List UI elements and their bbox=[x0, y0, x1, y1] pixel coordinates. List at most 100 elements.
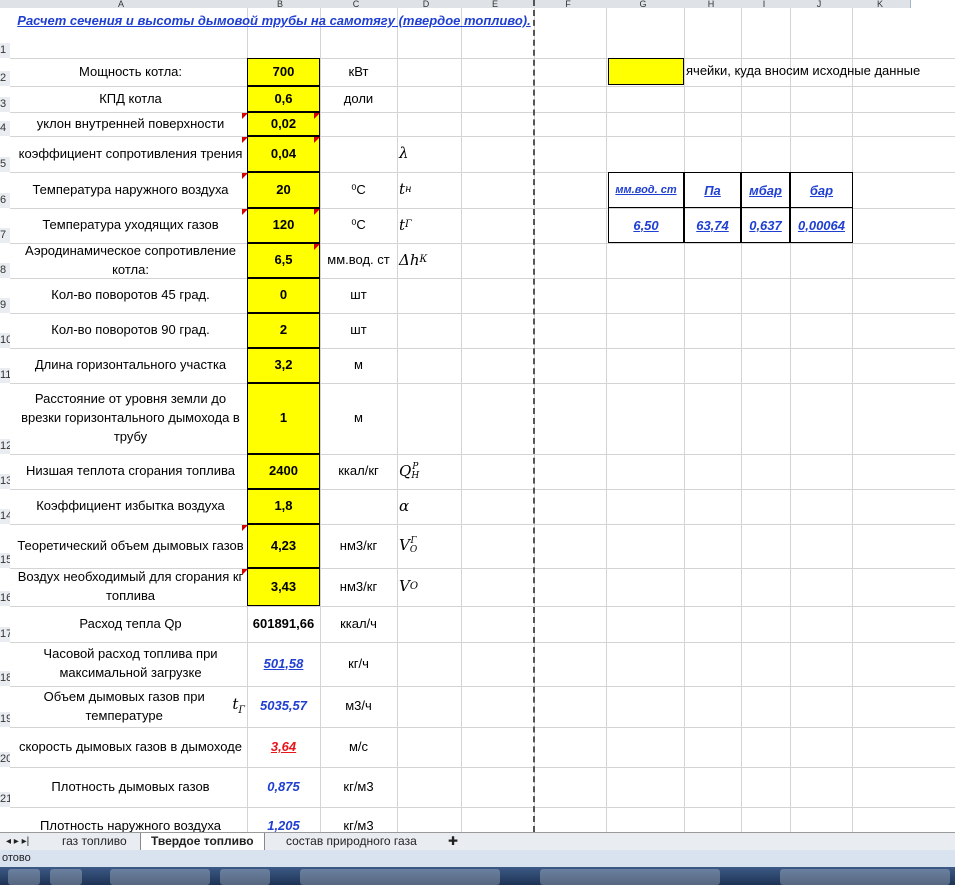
tab-gas-fuel[interactable]: газ топливо bbox=[52, 833, 137, 850]
comment-indicator bbox=[242, 113, 248, 119]
input-value-cell[interactable]: 700 bbox=[247, 58, 320, 86]
column-gridline bbox=[741, 8, 742, 832]
legend-swatch[interactable] bbox=[608, 58, 684, 85]
conversion-value[interactable]: 0,00064 bbox=[790, 207, 853, 243]
row-number[interactable]: 3 bbox=[0, 97, 10, 112]
row-number[interactable]: 8 bbox=[0, 263, 10, 278]
row-number[interactable]: 7 bbox=[0, 228, 10, 243]
column-header[interactable]: F bbox=[532, 0, 605, 8]
row-number[interactable]: 4 bbox=[0, 121, 10, 136]
input-value-cell[interactable]: 3,43 bbox=[247, 568, 320, 606]
input-value-cell[interactable]: 20 bbox=[247, 172, 320, 208]
input-value-cell[interactable]: 0,04 bbox=[247, 136, 320, 172]
column-header[interactable]: C bbox=[318, 0, 395, 8]
row-number[interactable]: 2 bbox=[0, 71, 10, 86]
spreadsheet-grid[interactable]: ABCDEFGHIJK 1 2 3 4 5 6 7 8 9 10 11 12 13 14 15 16 17 18 1… bbox=[0, 0, 955, 832]
row-number[interactable]: 21 bbox=[0, 792, 10, 807]
row-number[interactable]: 20 bbox=[0, 752, 10, 767]
column-header[interactable]: B bbox=[242, 0, 319, 8]
comment-indicator bbox=[314, 244, 320, 250]
row-number[interactable]: 18 bbox=[0, 671, 10, 686]
formula-symbol: λ bbox=[399, 144, 409, 163]
input-value-cell[interactable]: 0,6 bbox=[247, 86, 320, 112]
unit-label: м bbox=[354, 410, 363, 426]
row-number[interactable]: 1 bbox=[0, 43, 10, 58]
conversion-value[interactable]: 6,50 bbox=[608, 207, 684, 243]
input-label: Мощность котла: bbox=[78, 63, 183, 79]
input-label: Коэффициент избытка воздуха bbox=[36, 498, 225, 514]
input-label: Расстояние от уровня земли до врезки гор… bbox=[21, 391, 240, 444]
taskbar-button[interactable] bbox=[110, 869, 210, 885]
input-value-cell[interactable]: 6,5 bbox=[247, 243, 320, 278]
result-value-cell[interactable]: 5035,57 bbox=[247, 686, 320, 727]
taskbar-button[interactable] bbox=[780, 869, 950, 885]
new-sheet-icon[interactable]: ✚ bbox=[442, 833, 464, 850]
row-number[interactable]: 13 bbox=[0, 474, 10, 489]
input-value-cell[interactable]: 0,02 bbox=[247, 112, 320, 136]
input-value-cell[interactable]: 120 bbox=[247, 208, 320, 243]
column-header[interactable]: H bbox=[682, 0, 741, 8]
conversion-header[interactable]: мм.вод. ст bbox=[608, 172, 684, 208]
conversion-header[interactable]: Па bbox=[684, 172, 741, 208]
input-label: Воздух необходимый для сгорания кг топли… bbox=[17, 569, 244, 603]
unit-label: кг/м3 bbox=[343, 817, 374, 832]
row-number[interactable]: 19 bbox=[0, 712, 10, 727]
row-number[interactable]: 9 bbox=[0, 298, 10, 313]
tab-solid-fuel[interactable]: Твердое топливо bbox=[140, 833, 265, 851]
tab-nav-arrows[interactable]: ◂ ▸ ▸| bbox=[2, 833, 33, 850]
column-header[interactable]: G bbox=[604, 0, 683, 8]
row-number[interactable]: 14 bbox=[0, 509, 10, 524]
input-label: Аэродинамическое сопротивление котла: bbox=[24, 242, 237, 277]
column-gridline bbox=[461, 8, 462, 832]
row-number[interactable]: 11 bbox=[0, 368, 10, 383]
column-header[interactable]: E bbox=[458, 0, 533, 8]
result-value-cell[interactable]: 1,205 bbox=[247, 807, 320, 832]
row-number[interactable]: 15 bbox=[0, 553, 10, 568]
row-number[interactable]: 17 bbox=[0, 627, 10, 642]
unit-label: ⁰C bbox=[351, 181, 366, 197]
taskbar-button[interactable] bbox=[220, 869, 270, 885]
input-value-cell[interactable]: 1,8 bbox=[247, 489, 320, 524]
row-number[interactable]: 10 bbox=[0, 333, 10, 348]
column-gridline bbox=[684, 8, 685, 832]
result-value-cell[interactable]: 601891,66 bbox=[247, 606, 320, 642]
unit-label: м3/ч bbox=[345, 698, 372, 714]
unit-label: нм3/кг bbox=[339, 537, 378, 553]
result-label-symbol: tГ bbox=[232, 695, 245, 717]
result-value-cell[interactable]: 3,64 bbox=[247, 727, 320, 767]
input-value-cell[interactable]: 2400 bbox=[247, 454, 320, 489]
result-value-cell[interactable]: 501,58 bbox=[247, 642, 320, 686]
sheet-title[interactable]: Расчет сечения и высоты дымовой трубы на… bbox=[14, 10, 534, 31]
column-header[interactable]: I bbox=[740, 0, 789, 8]
input-value-cell[interactable]: 0 bbox=[247, 278, 320, 313]
column-header[interactable]: K bbox=[850, 0, 911, 8]
conversion-value[interactable]: 0,637 bbox=[741, 207, 790, 243]
input-value-cell[interactable]: 4,23 bbox=[247, 524, 320, 568]
input-value-cell[interactable]: 2 bbox=[247, 313, 320, 348]
column-header[interactable]: A bbox=[0, 0, 243, 8]
row-number[interactable]: 16 bbox=[0, 591, 10, 606]
column-gridline bbox=[397, 8, 398, 832]
result-label: Плотность дымовых газов bbox=[51, 778, 210, 794]
column-header[interactable]: D bbox=[394, 0, 459, 8]
input-value-cell[interactable]: 1 bbox=[247, 383, 320, 454]
taskbar-button[interactable] bbox=[540, 869, 720, 885]
row-number[interactable]: 5 bbox=[0, 157, 10, 172]
unit-label: шт bbox=[350, 287, 367, 303]
column-header[interactable]: J bbox=[788, 0, 851, 8]
conversion-value[interactable]: 63,74 bbox=[684, 207, 741, 243]
tab-natural-gas[interactable]: состав природного газа bbox=[276, 833, 427, 850]
input-value-cell[interactable]: 3,2 bbox=[247, 348, 320, 383]
result-value-cell[interactable]: 0,875 bbox=[247, 767, 320, 807]
windows-taskbar bbox=[0, 867, 955, 885]
taskbar-button[interactable] bbox=[300, 869, 500, 885]
row-number[interactable]: 6 bbox=[0, 193, 10, 208]
conversion-header[interactable]: мбар bbox=[741, 172, 790, 208]
taskbar-button[interactable] bbox=[8, 869, 40, 885]
unit-label: кВт bbox=[348, 63, 369, 79]
conversion-header[interactable]: бар bbox=[790, 172, 853, 208]
taskbar-button[interactable] bbox=[50, 869, 82, 885]
row-number[interactable]: 12 bbox=[0, 439, 10, 454]
comment-indicator bbox=[242, 569, 248, 575]
page-break-line bbox=[533, 0, 535, 832]
